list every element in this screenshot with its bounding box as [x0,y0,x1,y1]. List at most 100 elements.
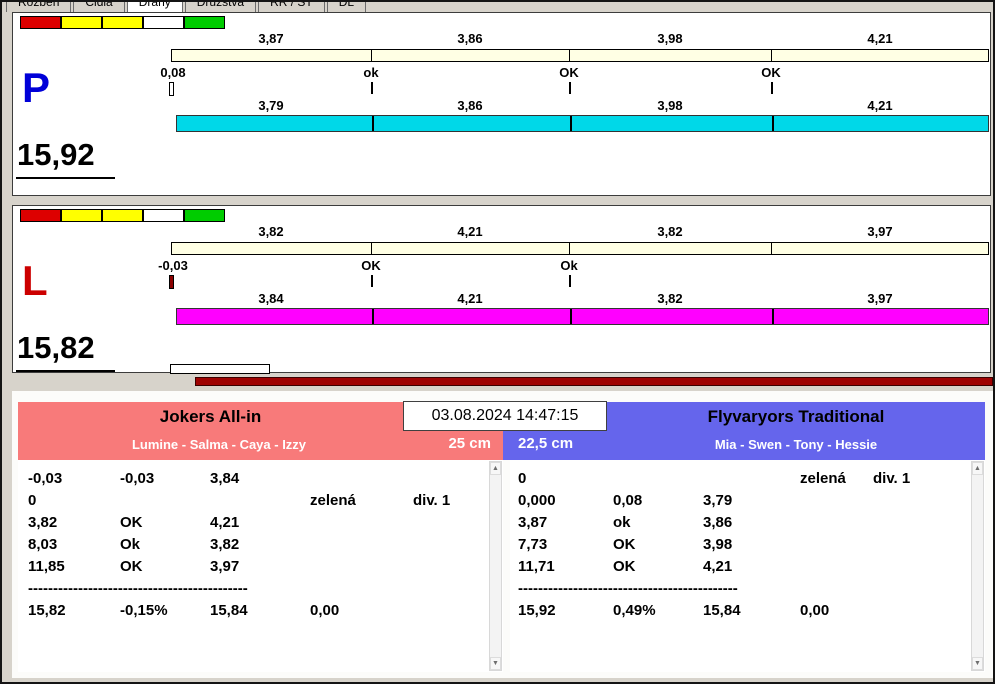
progress-bar [195,377,993,386]
result-row: 3,87 ok 3,86 [510,512,969,534]
tab--idla[interactable]: Čidla [73,2,125,12]
result-cell [310,578,413,600]
result-cell [800,490,873,512]
result-cell: 15,84 [703,602,741,619]
result-cell: OK [613,558,636,575]
bar-divider [771,50,772,61]
gate-ticks-l [13,275,990,290]
split-time: 3,86 [457,98,483,113]
gate-mark: -0,03 [158,258,188,273]
result-cell [413,468,487,490]
lane-total-p: 15,92 [17,137,95,172]
bar-divider [570,116,572,131]
result-cell [873,600,969,622]
result-cell: zelená [800,470,846,487]
start-lights-l [20,209,225,222]
result-row: 7,73 OK 3,98 [510,534,969,556]
start-light [184,16,225,29]
result-cell [800,578,873,600]
result-cell: 3,98 [703,536,733,553]
result-cell [413,512,487,534]
start-light [61,209,102,222]
result-row: -0,03 -0,03 3,84 [18,468,487,490]
bar-divider [569,50,570,61]
start-light [61,16,102,29]
result-cell: OK [120,558,143,575]
split-time: 3,82 [657,291,683,306]
result-cell [613,468,703,490]
result-row: ----------------------------------------… [18,578,487,600]
lane-letter-p: P [22,64,51,111]
start-light [20,16,61,29]
gate-tick [569,82,571,94]
result-cell: 8,03 [28,536,58,553]
gate-tick [371,82,373,94]
gate-mark: OK [559,65,579,80]
result-cell: 15,92 [518,602,556,619]
result-cell [210,490,310,512]
result-cell [873,512,969,534]
start-lights-p [20,16,225,29]
gate-mark: ok [363,65,379,80]
scroll-up-icon[interactable]: ▲ [972,462,983,475]
lane-panel-l: 3,82 4,21 3,82 3,97 -0,03 OK Ok 3,84 4,2… [12,205,991,373]
start-light [20,209,61,222]
scroll-up-icon[interactable]: ▲ [490,462,501,475]
result-row: 15,92 0,49% 15,84 0,00 [510,600,969,622]
tab-dru-stva[interactable]: Družstva [184,2,257,12]
scrollbar-right[interactable]: ▲ ▼ [971,461,984,671]
split-time: 3,97 [867,224,893,239]
result-cell: 0,00 [800,602,830,619]
result-cell [703,468,800,490]
result-cell: ----------------------------------------… [518,580,738,597]
split-time: 3,97 [867,291,893,306]
team-size-class-right: 22,5 cm [518,435,574,452]
start-light [143,209,184,222]
result-cell [310,556,413,578]
bar-divider [372,309,374,324]
start-marker [169,275,174,289]
team-size-class-left: 25 cm [448,435,491,452]
split-time: 3,79 [258,98,284,113]
result-cell: 3,82 [28,514,58,531]
result-cell: 0 [518,470,527,487]
result-cell: OK [120,514,143,531]
bar-divider [372,116,374,131]
result-cell [873,534,969,556]
result-cell: div. 1 [413,492,451,509]
result-cell [613,578,703,600]
results-rows-right: 0 zelená div. 1 0,000 0,08 3,79 3,87 ok 3,86 7,73… [510,468,969,622]
scrollbar-left[interactable]: ▲ ▼ [489,461,502,671]
result-cell [413,534,487,556]
tab-dl[interactable]: DL [326,2,367,12]
result-row: 11,85 OK 3,97 [18,556,487,578]
timing-app-window: Rozběh Čidla Dráhy Družstva RR / ST DL 3,87 3… [0,0,995,684]
result-cell: 15,84 [210,602,248,619]
gate-mark: 0,08 [160,65,186,80]
gate-marks-p: 0,08 ok OK OK [13,65,990,80]
split-time: 4,21 [867,31,893,46]
split-times-bottom-p: 3,79 3,86 3,98 4,21 [171,98,989,113]
result-cell: Ok [120,536,141,553]
bar-divider [570,309,572,324]
result-cell: 3,86 [703,514,733,531]
split-time: 4,21 [867,98,893,113]
tab-dr-hy[interactable]: Dráhy [126,2,183,12]
result-cell: 3,87 [518,514,548,531]
result-cell: 3,97 [210,558,240,575]
result-cell: 0,00 [310,602,340,619]
gate-mark: OK [761,65,781,80]
tab-rozb-h[interactable]: Rozběh [6,2,72,12]
result-cell: -0,03 [120,470,155,487]
result-cell [873,556,969,578]
scroll-down-icon[interactable]: ▼ [490,657,501,670]
tab-bar: Rozběh Čidla Dráhy Družstva RR / ST DL [6,2,626,12]
tab-rr-st[interactable]: RR / ST [258,2,325,12]
run-bar-l [176,308,989,325]
result-row: 8,03 Ok 3,82 [18,534,487,556]
result-cell: 11,71 [518,558,555,575]
result-cell: zelená [310,492,356,509]
scroll-down-icon[interactable]: ▼ [972,657,983,670]
result-cell [873,490,969,512]
bar-divider [771,243,772,254]
